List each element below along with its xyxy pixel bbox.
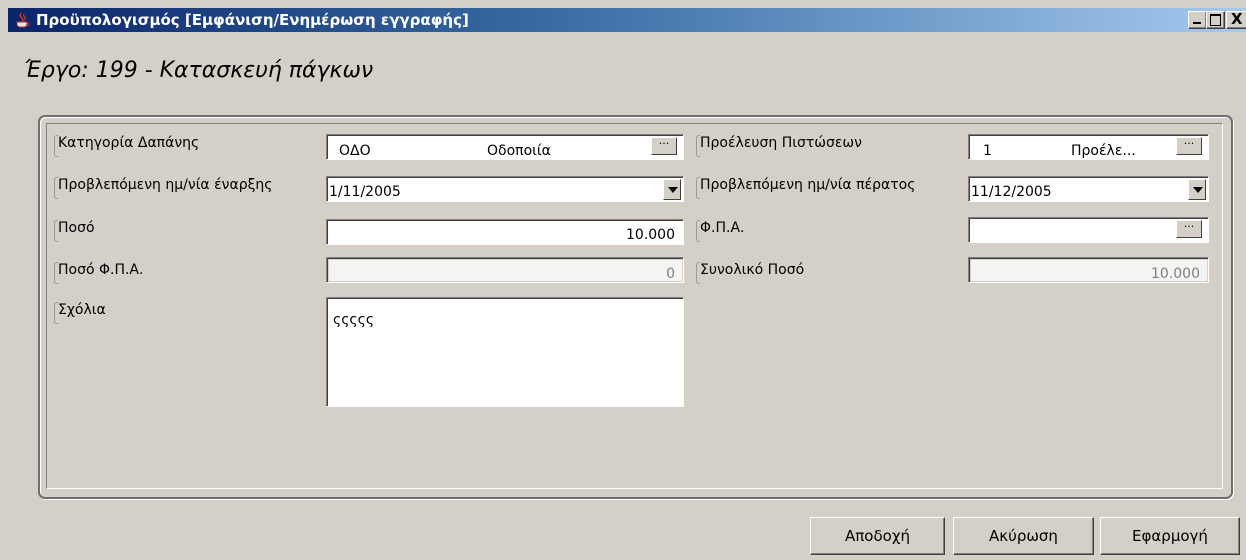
planned-start-label: Προβλεπόμενη ημ/νία έναρξης bbox=[54, 177, 273, 199]
planned-end-select[interactable]: 11/12/2005 bbox=[968, 176, 1209, 202]
vat-browse-button[interactable]: ··· bbox=[1176, 220, 1202, 238]
maximize-icon bbox=[1210, 14, 1221, 26]
comments-value: ςςςςς bbox=[333, 312, 375, 328]
planned-end-value: 11/12/2005 bbox=[971, 184, 1052, 200]
vat-field[interactable]: ··· bbox=[968, 217, 1209, 243]
window-title: Προϋπολογισμός [Εμφάνιση/Ενημέρωση εγγρα… bbox=[36, 11, 469, 29]
comments-textarea[interactable]: ςςςςς bbox=[326, 297, 684, 407]
credit-source-name: Προέλε... bbox=[1071, 143, 1136, 159]
vat-amount-input: 0 bbox=[326, 257, 684, 283]
amount-label: Ποσό bbox=[54, 220, 95, 242]
java-cup-icon bbox=[16, 12, 30, 28]
expense-category-name: Οδοποιία bbox=[487, 143, 551, 159]
planned-end-label: Προβλεπόμενη ημ/νία πέρατος bbox=[695, 177, 916, 199]
expense-category-browse-button[interactable]: ··· bbox=[651, 137, 677, 155]
dialog-window: Προϋπολογισμός [Εμφάνιση/Ενημέρωση εγγρα… bbox=[0, 0, 1246, 560]
chevron-down-icon[interactable] bbox=[1188, 179, 1206, 200]
planned-start-value: 1/11/2005 bbox=[329, 184, 401, 200]
expense-category-code: ΟΔΟ bbox=[339, 143, 371, 159]
minimize-button[interactable] bbox=[1188, 11, 1207, 29]
amount-input[interactable]: 10.000 bbox=[326, 219, 684, 245]
minimize-icon bbox=[1193, 22, 1201, 24]
comments-label: Σχόλια bbox=[54, 302, 106, 324]
chevron-down-icon[interactable] bbox=[663, 179, 681, 200]
vat-amount-inner bbox=[329, 260, 682, 281]
total-amount-value: 10.000 bbox=[1151, 266, 1200, 282]
apply-button[interactable]: Εφαρμογή bbox=[1100, 517, 1240, 555]
expense-category-field[interactable]: ΟΔΟ Οδοποιία ··· bbox=[326, 134, 684, 160]
credit-source-label: Προέλευση Πιστώσεων bbox=[696, 135, 862, 157]
total-amount-input: 10.000 bbox=[968, 257, 1209, 283]
total-amount-label: Συνολικό Ποσό bbox=[695, 262, 805, 284]
vat-label: Φ.Π.Α. bbox=[695, 220, 745, 242]
credit-source-browse-button[interactable]: ··· bbox=[1176, 137, 1202, 155]
close-icon: X bbox=[1231, 10, 1243, 28]
vat-amount-value: 0 bbox=[666, 266, 675, 282]
close-button[interactable]: X bbox=[1226, 10, 1246, 29]
credit-source-field[interactable]: 1 Προέλε... ··· bbox=[968, 134, 1209, 160]
amount-value: 10.000 bbox=[626, 227, 675, 243]
cancel-button[interactable]: Ακύρωση bbox=[953, 517, 1094, 555]
accept-button[interactable]: Αποδοχή bbox=[810, 517, 945, 555]
vat-amount-label: Ποσό Φ.Π.Α. bbox=[53, 262, 144, 284]
page-title: Έργο: 199 - Κατασκευή πάγκων bbox=[24, 58, 374, 83]
planned-start-select[interactable]: 1/11/2005 bbox=[326, 176, 684, 202]
maximize-button[interactable] bbox=[1206, 11, 1225, 29]
expense-category-label: Κατηγορία Δαπάνης bbox=[53, 135, 200, 157]
title-bar[interactable]: Προϋπολογισμός [Εμφάνιση/Ενημέρωση εγγρα… bbox=[8, 8, 1246, 32]
credit-source-code: 1 bbox=[983, 143, 992, 159]
